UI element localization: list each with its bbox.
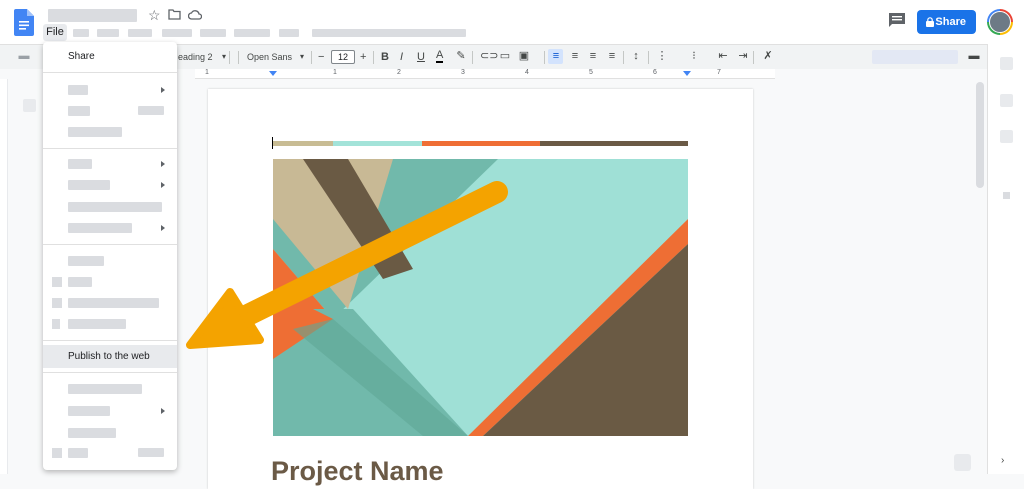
italic-button[interactable]: I [400, 50, 403, 64]
vertical-ruler[interactable] [0, 79, 8, 474]
menu-item-rename[interactable] [68, 256, 104, 266]
print-icon [52, 448, 62, 458]
font-dropdown[interactable]: Open Sans [247, 50, 292, 64]
share-button[interactable]: Share [917, 10, 976, 34]
undo-icon[interactable]: ▬ [18, 50, 30, 62]
cloud-icon[interactable] [188, 9, 202, 20]
menu-item-page-setup[interactable] [68, 428, 116, 438]
menu-item-print[interactable] [68, 448, 88, 458]
align-left-icon[interactable]: ≡ [550, 50, 562, 62]
shortcut-icon [52, 298, 62, 308]
underline-button[interactable]: U [417, 50, 425, 64]
lock-icon [926, 17, 934, 27]
trash-icon [52, 319, 60, 329]
ruler-number: 6 [653, 69, 657, 76]
side-panel: › [987, 44, 1024, 474]
justify-icon[interactable]: ≡ [606, 50, 618, 62]
chevron-down-icon: ▾ [300, 52, 305, 61]
clear-format-icon[interactable]: ✗ [762, 50, 774, 62]
menu-item-email[interactable] [68, 180, 110, 190]
color-bar-segment [273, 141, 333, 146]
menu-view[interactable] [97, 29, 119, 37]
increase-font-button[interactable]: + [360, 50, 366, 64]
star-icon[interactable]: ☆ [148, 7, 161, 23]
folder-icon[interactable] [168, 9, 181, 20]
style-dropdown[interactable]: eading 2 [178, 50, 213, 64]
ruler-number: 1 [333, 69, 337, 76]
ruler-number: 7 [717, 69, 721, 76]
decrease-font-button[interactable]: − [318, 50, 324, 64]
menu-item-move[interactable] [68, 277, 92, 287]
color-bar-segment [540, 141, 688, 146]
outline-icon[interactable] [23, 99, 36, 112]
menu-item-version-history[interactable] [68, 223, 132, 233]
menu-item-share[interactable]: Share [68, 51, 95, 63]
menu-addons[interactable] [234, 29, 270, 37]
menu-item-copy[interactable] [68, 127, 122, 137]
align-right-icon[interactable]: ≡ [587, 50, 599, 62]
align-center-icon[interactable]: ≡ [569, 50, 581, 62]
editing-mode-dropdown[interactable] [872, 50, 958, 64]
document-title: Project Name [271, 456, 444, 486]
chevron-right-icon[interactable]: › [1001, 455, 1004, 466]
font-size-input[interactable]: 12 [331, 50, 355, 64]
menu-item-publish-to-web[interactable]: Publish to the web [68, 351, 150, 363]
tasks-icon[interactable] [1000, 94, 1013, 107]
menu-item-make-available[interactable] [68, 202, 162, 212]
ruler-number: 3 [461, 69, 465, 76]
menu-edit[interactable] [73, 29, 89, 37]
menu-insert[interactable] [128, 29, 152, 37]
ruler-number: 4 [525, 69, 529, 76]
decrease-indent-icon[interactable]: ⇤ [717, 50, 729, 62]
menu-tools[interactable] [200, 29, 226, 37]
link-icon[interactable]: ⊂⊃ [480, 50, 498, 62]
ruler-number: 5 [589, 69, 593, 76]
menu-help[interactable] [279, 29, 299, 37]
image-icon[interactable]: ▣ [518, 50, 530, 62]
add-comment-icon[interactable]: ▭ [499, 50, 511, 62]
text-color-button[interactable]: A [436, 50, 444, 63]
chevron-down-icon: ▾ [222, 52, 227, 61]
bullet-list-icon[interactable]: ⁝ [688, 50, 700, 62]
docs-icon[interactable] [14, 9, 34, 36]
menu-file[interactable]: File [43, 24, 67, 41]
add-ons-icon[interactable] [1003, 192, 1010, 199]
menu-item-move-to-trash[interactable] [68, 319, 126, 329]
right-indent-marker[interactable] [683, 71, 691, 76]
contacts-icon[interactable] [1000, 130, 1013, 143]
line-spacing-icon[interactable]: ↕ [630, 50, 642, 62]
ruler-number: 2 [397, 69, 401, 76]
color-bar-segment [333, 141, 422, 146]
menu-item-new[interactable] [68, 85, 88, 95]
file-menu: Share Publish to the web [43, 42, 177, 470]
ruler-number: 1 [205, 69, 209, 76]
keep-icon[interactable] [1000, 57, 1013, 70]
numbered-list-icon[interactable]: ⋮ [656, 50, 668, 62]
share-label: Share [935, 16, 966, 28]
last-edit-text[interactable] [312, 29, 466, 37]
bold-button[interactable]: B [381, 50, 389, 64]
shortcut-text [138, 106, 164, 115]
explore-button[interactable] [954, 454, 971, 471]
menu-item-document-details[interactable] [68, 384, 142, 394]
menu-item-open[interactable] [68, 106, 90, 116]
avatar[interactable] [987, 9, 1013, 35]
doc-title-redacted[interactable] [48, 9, 137, 22]
horizontal-ruler[interactable]: 1 1 2 3 4 5 6 7 [195, 69, 775, 79]
scrollbar[interactable] [976, 82, 984, 188]
color-bar-segment [422, 141, 540, 146]
highlight-icon[interactable]: ✎ [455, 50, 467, 62]
hero-image[interactable] [273, 159, 688, 436]
move-icon [52, 277, 62, 287]
left-indent-marker[interactable] [269, 71, 277, 76]
menu-item-language[interactable] [68, 406, 110, 416]
shortcut-text [138, 448, 164, 457]
comment-icon[interactable] [888, 12, 906, 28]
menu-item-download[interactable] [68, 159, 92, 169]
menu-item-add-shortcut[interactable] [68, 298, 159, 308]
menu-format[interactable] [162, 29, 192, 37]
top-bar: ☆ File Share [0, 0, 1024, 44]
collapse-toolbar-icon[interactable]: ▬ [968, 50, 980, 62]
increase-indent-icon[interactable]: ⇥ [737, 50, 749, 62]
